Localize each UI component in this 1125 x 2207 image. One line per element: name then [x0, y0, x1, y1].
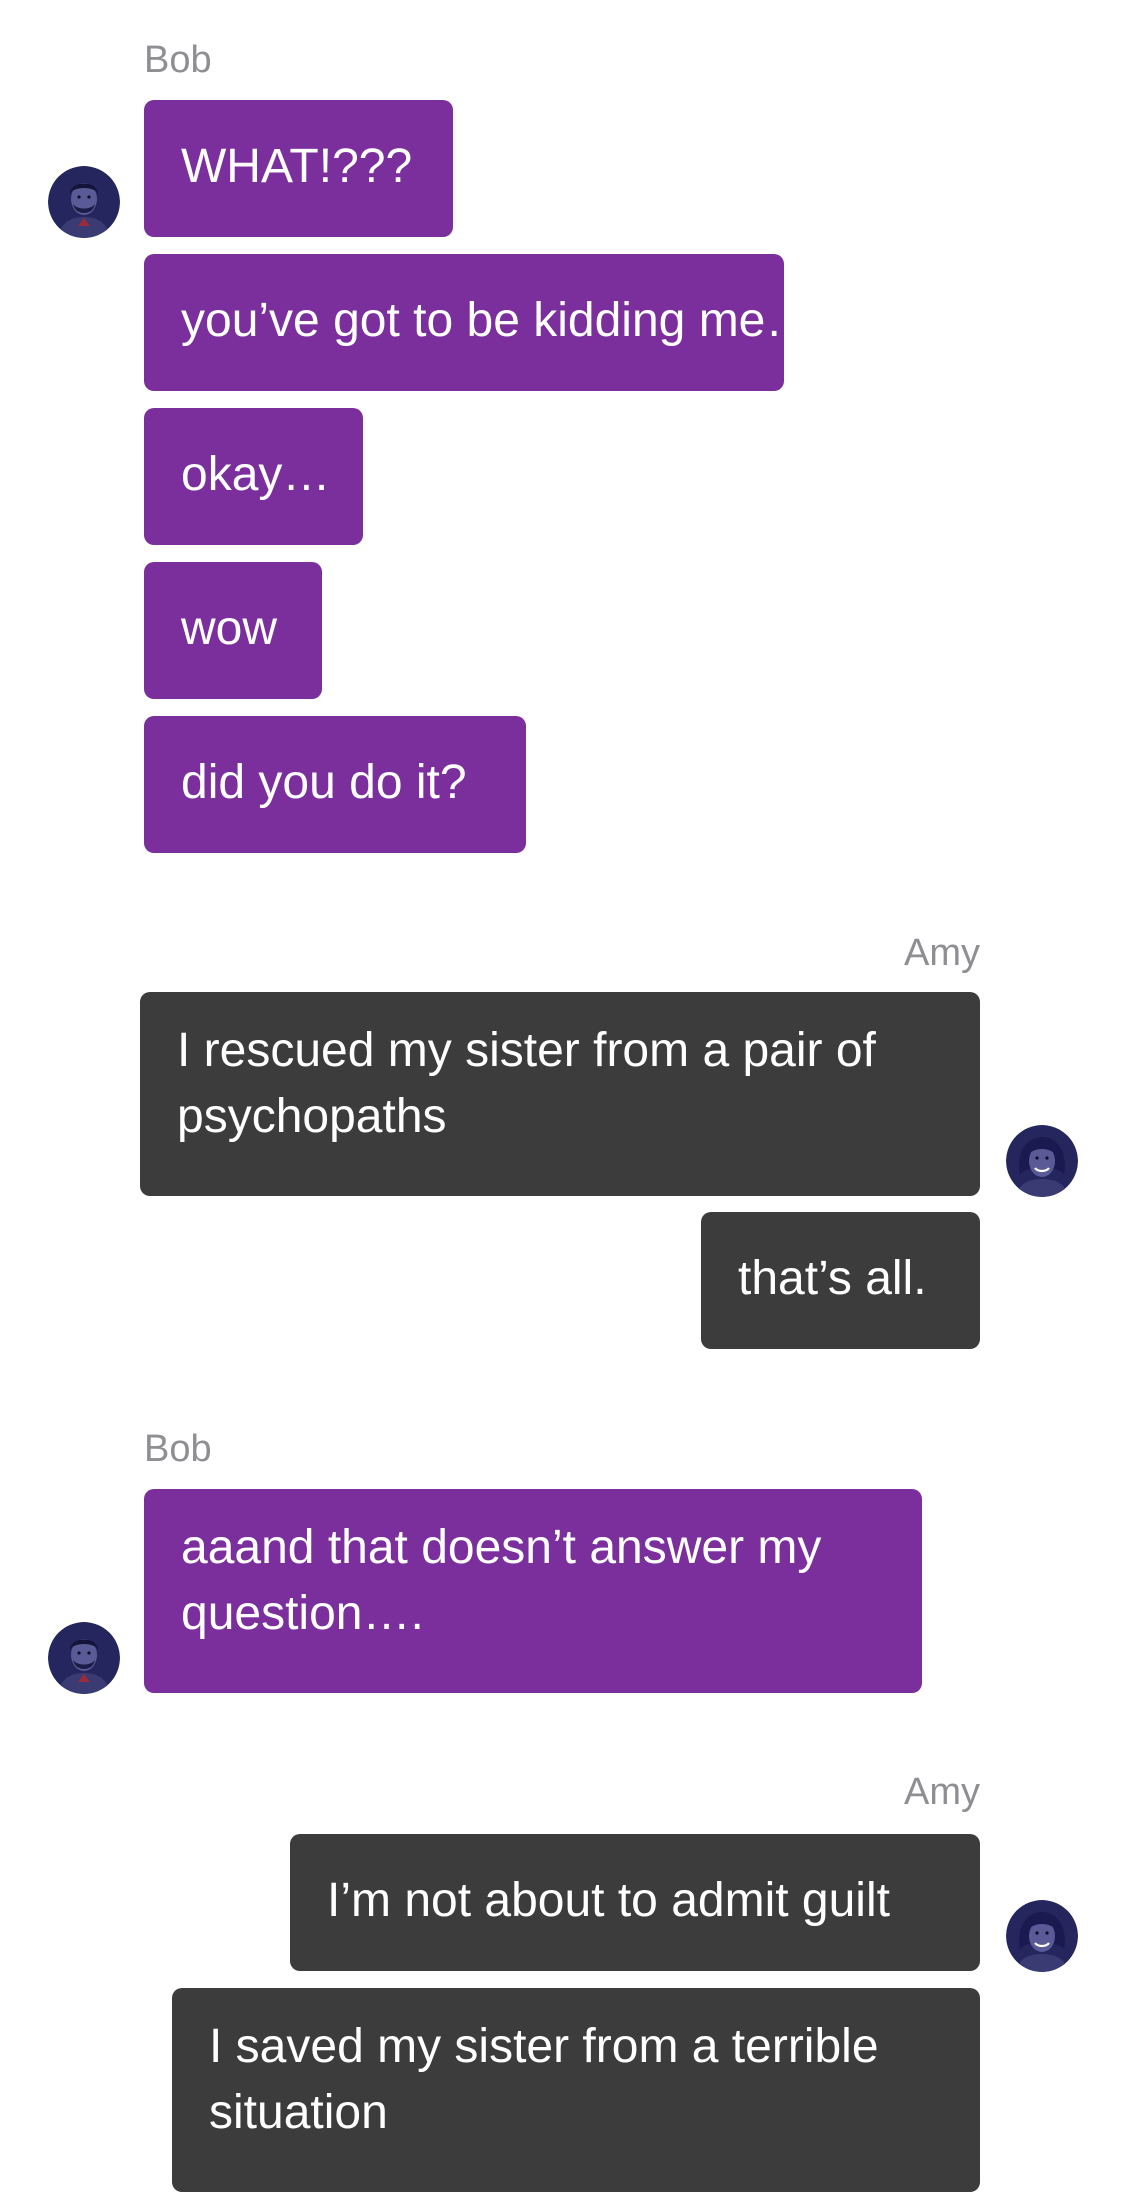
- message-bubble[interactable]: wow: [144, 562, 322, 699]
- message-bubble[interactable]: that’s all.: [701, 1212, 980, 1349]
- message-bubble[interactable]: you’ve got to be kidding me…: [144, 254, 813, 391]
- message-thread: Bob WHAT!??? you’ve got to be kidding me…: [0, 0, 1125, 2207]
- message-bubble[interactable]: WHAT!???: [144, 100, 453, 237]
- message-bubble[interactable]: aaand that doesn’t answer my question….: [144, 1489, 922, 1693]
- sender-name: Amy: [904, 1771, 980, 1813]
- male-avatar-icon[interactable]: [48, 1622, 120, 1694]
- message-bubble[interactable]: I saved my sister from a terrible situat…: [172, 1988, 980, 2192]
- message-bubble[interactable]: I’m not about to admit guilt: [290, 1834, 980, 1971]
- male-avatar-icon[interactable]: [48, 166, 120, 238]
- message-bubble[interactable]: I rescued my sister from a pair of psych…: [140, 992, 980, 1196]
- sender-name: Bob: [144, 1428, 212, 1470]
- message-bubble[interactable]: did you do it?: [144, 716, 526, 853]
- sender-name: Bob: [144, 39, 212, 81]
- sender-name: Amy: [904, 932, 980, 974]
- female-avatar-icon[interactable]: [1006, 1125, 1078, 1197]
- female-avatar-icon[interactable]: [1006, 1900, 1078, 1972]
- message-bubble[interactable]: okay…: [144, 408, 363, 545]
